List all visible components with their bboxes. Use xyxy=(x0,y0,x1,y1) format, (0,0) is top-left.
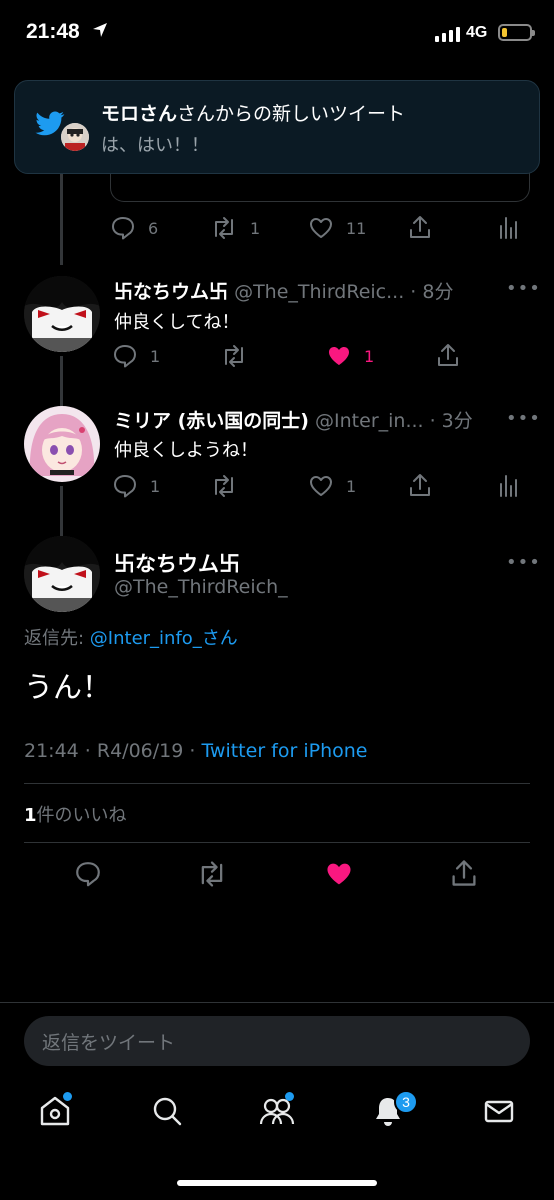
status-time: 21:48 xyxy=(26,20,80,43)
avatar[interactable] xyxy=(24,536,100,612)
thread-line xyxy=(60,486,63,536)
retweet-icon xyxy=(201,861,223,887)
like-button[interactable]: 1 xyxy=(308,474,356,498)
cellular-signal-icon xyxy=(435,27,460,42)
tweet-text: 仲良くしてね！ xyxy=(114,312,240,333)
search-icon xyxy=(153,1097,182,1126)
handle-time: @Inter_in... · 3分 xyxy=(315,410,473,432)
reply-header: ミリア (赤い国の同士) @Inter_in... · 3分 xyxy=(114,406,473,433)
reply-input[interactable]: 返信をツイート xyxy=(24,1016,530,1066)
more-options-icon[interactable]: ••• xyxy=(506,552,541,573)
likes-count: 1 xyxy=(24,805,37,826)
like-button[interactable] xyxy=(324,860,354,888)
battery-icon xyxy=(498,24,535,41)
reply-icon xyxy=(112,217,134,240)
tweet-source-link[interactable]: Twitter for iPhone xyxy=(201,740,367,762)
notification-title-suffix: さんからの新しいツイート xyxy=(177,103,406,125)
heart-icon xyxy=(310,218,332,238)
avatar[interactable] xyxy=(24,276,100,352)
reply-icon xyxy=(114,475,136,498)
share-icon xyxy=(410,216,430,238)
divider xyxy=(24,842,530,843)
reply-header: 卐なちウム卐 @The_ThirdReic... · 8分 xyxy=(114,277,453,304)
reply-button[interactable]: 1 xyxy=(112,474,160,498)
analytics-icon xyxy=(500,475,517,497)
more-options-icon[interactable]: ••• xyxy=(506,408,541,429)
tweet-notification-banner[interactable]: モロさんさんからの新しいツイート は、はい！！ xyxy=(14,80,540,174)
network-type: 4G xyxy=(466,24,488,41)
notification-sender: モロさん xyxy=(101,103,178,125)
sender-avatar xyxy=(61,123,89,151)
retweet-button[interactable]: 1 xyxy=(210,216,260,240)
likes-summary[interactable]: 1件のいいね xyxy=(24,801,127,827)
handle-time: @The_ThirdReic... · 8分 xyxy=(234,281,454,303)
share-icon xyxy=(452,860,476,886)
reply-to-user-link[interactable]: @Inter_info_さん xyxy=(90,628,238,649)
avatar[interactable] xyxy=(24,406,100,482)
notifications-badge: 3 xyxy=(394,1090,418,1114)
heart-icon xyxy=(310,476,332,496)
tweet-timestamp: 21:44 · R4/06/19 · xyxy=(24,740,202,762)
tab-search[interactable] xyxy=(150,1094,184,1132)
share-button[interactable] xyxy=(408,472,432,498)
reply-button[interactable]: 1 xyxy=(112,344,160,368)
home-indicator[interactable] xyxy=(177,1180,377,1186)
display-name[interactable]: ミリア (赤い国の同士) xyxy=(114,410,309,432)
tweet-text: 仲良くしようね！ xyxy=(114,440,258,461)
retweet-icon xyxy=(225,345,243,367)
analytics-button[interactable] xyxy=(498,216,518,240)
user-handle[interactable]: @The_ThirdReich_ xyxy=(114,576,288,598)
thread-line xyxy=(60,356,63,406)
likes-label: 件のいいね xyxy=(36,805,127,826)
tab-bar xyxy=(0,1080,554,1150)
retweet-button[interactable] xyxy=(196,860,228,888)
analytics-button[interactable] xyxy=(498,474,518,498)
replying-to: 返信先: @Inter_info_さん xyxy=(24,624,238,650)
retweet-icon xyxy=(215,217,233,239)
status-bar: 21:48 4G xyxy=(0,0,554,70)
home-new-dot xyxy=(63,1092,72,1101)
tweet-text: うん！ xyxy=(24,670,112,704)
reply-button[interactable] xyxy=(74,860,102,888)
mail-icon xyxy=(484,1100,514,1123)
reply-count: 6 xyxy=(148,218,159,238)
display-name[interactable]: 卐なちウム卐 xyxy=(114,548,240,578)
reply-count: 1 xyxy=(150,476,161,496)
divider xyxy=(24,783,530,784)
heart-filled-icon xyxy=(327,863,351,885)
location-arrow-icon xyxy=(92,22,108,42)
analytics-icon xyxy=(500,217,517,239)
notification-body: は、はい！！ xyxy=(101,135,209,156)
share-button[interactable] xyxy=(436,342,460,368)
like-count: 1 xyxy=(346,476,357,496)
tweet-meta: 21:44 · R4/06/19 · Twitter for iPhone xyxy=(24,740,367,762)
notification-title: モロさんさんからの新しいツイート xyxy=(101,99,405,126)
tab-messages[interactable] xyxy=(482,1094,516,1132)
retweet-button[interactable] xyxy=(220,344,260,368)
reply-icon xyxy=(76,862,100,887)
share-button[interactable] xyxy=(450,858,478,888)
display-name[interactable]: 卐なちウム卐 xyxy=(114,281,228,303)
heart-filled-icon xyxy=(329,347,349,365)
communities-new-dot xyxy=(285,1092,294,1101)
share-button[interactable] xyxy=(408,214,432,240)
reply-icon xyxy=(114,345,136,368)
like-count: 1 xyxy=(364,346,375,366)
reply-to-prefix: 返信先: xyxy=(24,628,90,649)
like-count: 11 xyxy=(346,218,367,238)
like-button[interactable]: 1 xyxy=(326,344,374,368)
share-icon xyxy=(410,474,430,496)
retweet-count: 1 xyxy=(250,218,261,238)
reply-count: 1 xyxy=(150,346,161,366)
divider xyxy=(0,1002,554,1003)
reply-button[interactable]: 6 xyxy=(110,216,158,240)
retweet-button[interactable] xyxy=(210,474,250,498)
share-icon xyxy=(438,344,458,366)
retweet-icon xyxy=(215,475,233,497)
like-button[interactable]: 11 xyxy=(308,216,366,240)
more-options-icon[interactable]: ••• xyxy=(506,278,541,299)
